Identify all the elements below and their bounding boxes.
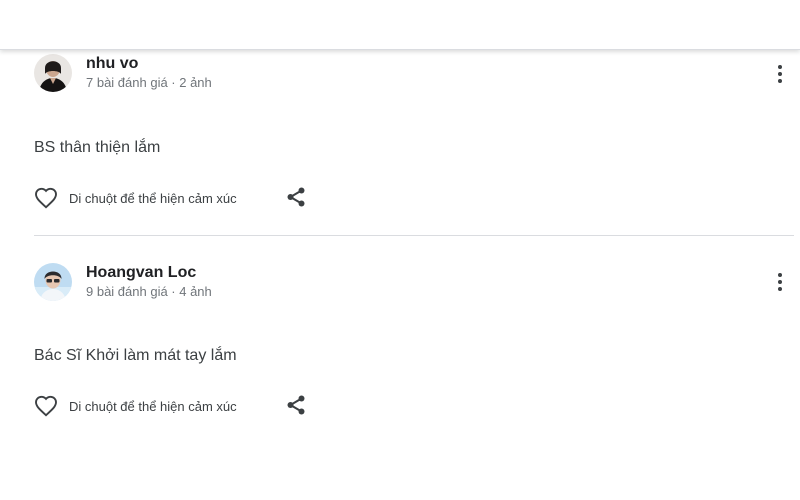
heart-outline-icon — [35, 395, 57, 417]
avatar[interactable] — [34, 54, 72, 92]
author-meta: 9 bài đánh giá · 4 ảnh — [86, 284, 212, 299]
react-button[interactable]: Di chuột để thể hiện cảm xúc — [34, 185, 237, 211]
more-options-button[interactable] — [770, 270, 790, 294]
share-icon[interactable] — [285, 186, 307, 208]
author-name[interactable]: Hoangvan Loc — [86, 264, 196, 282]
divider — [34, 235, 794, 236]
review-actions: Di chuột để thể hiện cảm xúc — [34, 185, 324, 211]
review-actions: Di chuột để thể hiện cảm xúc — [34, 393, 324, 419]
more-options-button[interactable] — [770, 62, 790, 86]
react-label: Di chuột để thể hiện cảm xúc — [69, 398, 237, 414]
more-vertical-icon — [778, 65, 782, 69]
review-text: Bác Sĩ Khởi làm mát tay lắm — [34, 347, 237, 364]
reviews-page: nhu vo 7 bài đánh giá · 2 ảnh BS thân th… — [0, 0, 800, 500]
review-text: BS thân thiện lắm — [34, 139, 161, 156]
share-icon[interactable] — [285, 394, 307, 416]
top-bar — [0, 0, 800, 50]
avatar[interactable] — [34, 263, 72, 301]
author-name[interactable]: nhu vo — [86, 55, 138, 73]
person-avatar-dark-icon — [34, 54, 72, 92]
person-avatar-light-icon — [34, 263, 72, 301]
react-label: Di chuột để thể hiện cảm xúc — [69, 190, 237, 206]
more-vertical-icon — [778, 273, 782, 277]
react-button[interactable]: Di chuột để thể hiện cảm xúc — [34, 393, 237, 419]
author-meta: 7 bài đánh giá · 2 ảnh — [86, 75, 212, 90]
heart-outline-icon — [35, 187, 57, 209]
